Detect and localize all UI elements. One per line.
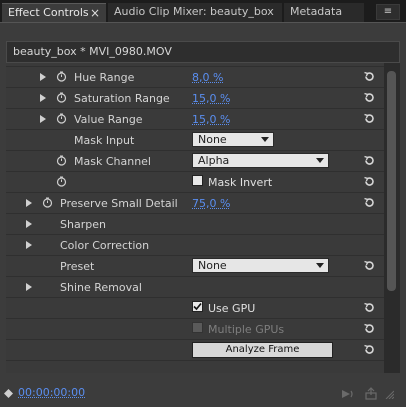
expand-triangle-icon[interactable] (40, 73, 46, 81)
stopwatch-icon[interactable] (56, 176, 67, 187)
scrollbar-thumb[interactable] (387, 71, 396, 291)
saturation-range-label: Saturation Range (74, 92, 170, 105)
play-audio-icon[interactable] (340, 387, 354, 401)
hue-range-row: Hue Range 8,0 % (6, 67, 384, 88)
chevron-down-icon (261, 137, 269, 142)
checkmark-icon (193, 302, 202, 311)
multiple-gpus-row: Multiple GPUs (6, 319, 384, 340)
reset-icon[interactable] (363, 259, 376, 272)
mask-input-row: Mask Input None (6, 130, 384, 151)
effect-properties-list: Hue Range 8,0 % Saturation Range 15,0 % … (6, 63, 384, 373)
sharpen-row: Sharpen (6, 214, 384, 235)
mask-channel-select[interactable]: Alpha (192, 153, 329, 168)
preset-label: Preset (60, 260, 95, 273)
color-correction-row: Color Correction (6, 235, 384, 256)
sharpen-label: Sharpen (60, 218, 106, 231)
preserve-small-detail-label: Preserve Small Detail (60, 197, 178, 210)
tab-audio-clip-mixer[interactable]: Audio Clip Mixer: beauty_box (108, 3, 282, 22)
mask-channel-label: Mask Channel (74, 155, 151, 168)
use-gpu-row: Use GPU (6, 298, 384, 319)
use-gpu-checkbox[interactable] (192, 301, 203, 312)
stopwatch-icon[interactable] (42, 197, 53, 208)
tab-audio-clip-mixer-label: Audio Clip Mixer: beauty_box (114, 5, 274, 18)
effect-controls-panel: beauty_box * MVI_0980.MOV Hue Range 8,0 … (0, 22, 406, 407)
tab-metadata-label: Metadata (290, 5, 343, 18)
reset-icon[interactable] (363, 196, 376, 209)
preserve-small-detail-value[interactable]: 75,0 % (192, 197, 230, 210)
panel-menu-icon: ≡ (383, 6, 393, 17)
value-range-row: Value Range 15,0 % (6, 109, 384, 130)
export-icon[interactable] (364, 387, 378, 401)
timecode-display[interactable]: 00:00:00:00 (18, 386, 85, 399)
reset-icon[interactable] (363, 112, 376, 125)
multiple-gpus-label: Multiple GPUs (208, 323, 285, 336)
mask-invert-label: Mask Invert (208, 176, 273, 189)
expand-triangle-icon[interactable] (26, 283, 32, 291)
shine-removal-label: Shine Removal (60, 281, 142, 294)
expand-triangle-icon[interactable] (26, 220, 32, 228)
reset-icon[interactable] (363, 322, 376, 335)
reset-icon[interactable] (363, 301, 376, 314)
expand-triangle-icon[interactable] (26, 199, 32, 207)
hue-range-value[interactable]: 8,0 % (192, 71, 223, 84)
resize-grip-icon[interactable] (384, 389, 394, 399)
shine-removal-row: Shine Removal (6, 277, 384, 298)
chevron-down-icon (316, 263, 324, 268)
tab-metadata[interactable]: Metadata (284, 3, 364, 22)
stopwatch-icon[interactable] (56, 92, 67, 103)
mask-invert-row: Mask Invert (6, 172, 384, 193)
value-range-label: Value Range (74, 113, 143, 126)
reset-icon[interactable] (363, 91, 376, 104)
mask-invert-checkbox[interactable] (192, 175, 203, 186)
expand-triangle-icon[interactable] (40, 115, 46, 123)
tab-effect-controls[interactable]: Effect Controls × (2, 3, 106, 22)
analyze-frame-row: Analyze Frame (6, 340, 384, 361)
reset-icon[interactable] (363, 154, 376, 167)
value-range-value[interactable]: 15,0 % (192, 113, 230, 126)
mask-input-label: Mask Input (74, 134, 135, 147)
reset-icon[interactable] (363, 175, 376, 188)
mask-channel-selected: Alpha (198, 154, 230, 167)
vertical-scrollbar[interactable] (384, 63, 400, 373)
playhead-marker-icon (4, 389, 13, 398)
clip-header-label: beauty_box * MVI_0980.MOV (13, 45, 172, 58)
preset-row: Preset None (6, 256, 384, 277)
expand-triangle-icon[interactable] (40, 94, 46, 102)
stopwatch-icon[interactable] (56, 71, 67, 82)
use-gpu-label: Use GPU (208, 302, 256, 315)
multiple-gpus-checkbox[interactable] (192, 322, 203, 333)
mask-input-selected: None (198, 133, 227, 146)
analyze-frame-button[interactable]: Analyze Frame (192, 342, 333, 358)
close-icon[interactable]: × (90, 4, 100, 22)
color-correction-label: Color Correction (60, 239, 150, 252)
stopwatch-icon[interactable] (56, 113, 67, 124)
panel-footer: 00:00:00:00 (0, 380, 406, 407)
preset-selected: None (198, 259, 227, 272)
expand-triangle-icon[interactable] (26, 241, 32, 249)
hue-range-label: Hue Range (74, 71, 135, 84)
panel-tab-bar: Effect Controls × Audio Clip Mixer: beau… (0, 0, 406, 22)
reset-icon[interactable] (363, 70, 376, 83)
reset-icon[interactable] (363, 343, 376, 356)
preset-select[interactable]: None (192, 258, 329, 273)
stopwatch-icon[interactable] (56, 155, 67, 166)
clip-header: beauty_box * MVI_0980.MOV (6, 41, 400, 63)
preserve-small-detail-row: Preserve Small Detail 75,0 % (6, 193, 384, 214)
saturation-range-value[interactable]: 15,0 % (192, 92, 230, 105)
mask-channel-row: Mask Channel Alpha (6, 151, 384, 172)
panel-menu-button[interactable]: ≡ (376, 4, 400, 20)
tab-effect-controls-label: Effect Controls (8, 6, 89, 19)
analyze-frame-label: Analyze Frame (225, 344, 300, 355)
mask-input-select[interactable]: None (192, 132, 274, 147)
chevron-down-icon (316, 158, 324, 163)
saturation-range-row: Saturation Range 15,0 % (6, 88, 384, 109)
